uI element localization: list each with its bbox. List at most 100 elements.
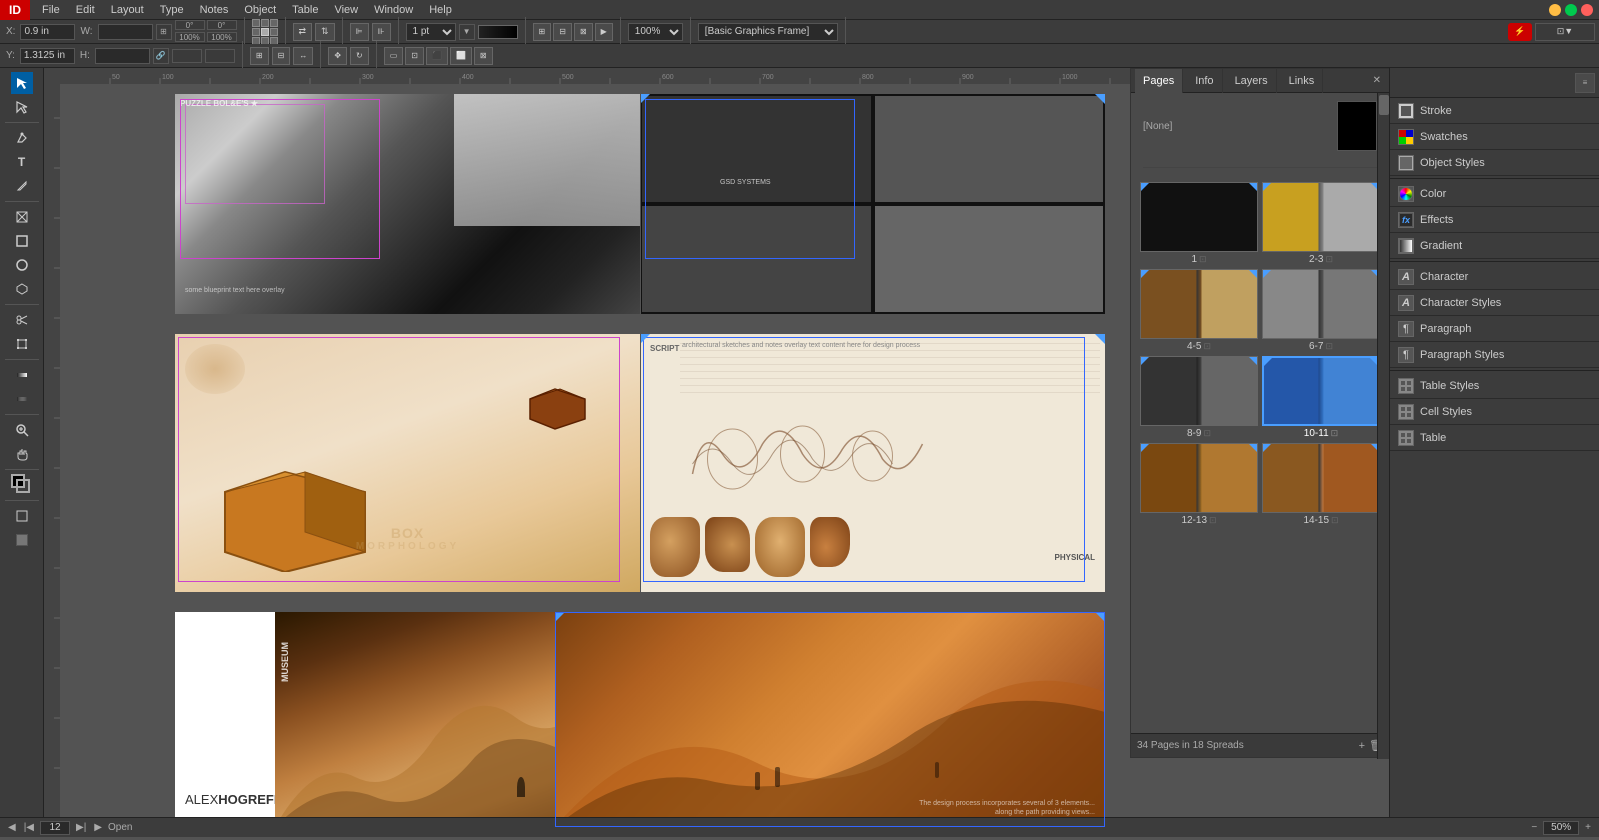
master-thumb-black[interactable] (1337, 101, 1377, 151)
spread2[interactable]: BOX MORPHOLOGY SCRIPT architectural sket… (175, 334, 1105, 592)
sidebar-table[interactable]: Table (1390, 425, 1599, 451)
presentation-btn[interactable]: ▶ (595, 23, 613, 41)
type-tool[interactable]: T (11, 151, 33, 173)
page-thumb-67[interactable] (1262, 269, 1380, 339)
zoom-input[interactable] (1543, 821, 1579, 835)
menu-window[interactable]: Window (366, 0, 421, 20)
shear-input[interactable]: 0° (207, 20, 237, 30)
align-right-btn[interactable]: ⊪ (372, 23, 391, 41)
tab-pages[interactable]: Pages (1135, 69, 1183, 93)
slug-btn[interactable]: ⊠ (574, 23, 593, 41)
direct-selection-tool[interactable] (11, 96, 33, 118)
menu-edit[interactable]: Edit (68, 0, 103, 20)
pages-scrollbar[interactable] (1377, 93, 1389, 759)
zoom-select[interactable]: 100% (628, 23, 683, 41)
flip-v-btn[interactable]: ⇅ (315, 23, 335, 41)
next-page-btn[interactable]: ▶ (92, 822, 104, 833)
menu-layout[interactable]: Layout (103, 0, 152, 20)
rotate-input[interactable]: 0° (175, 20, 205, 30)
rectangle-tool[interactable] (11, 230, 33, 252)
align-left-btn[interactable]: ⊫ (350, 23, 369, 41)
new-page-btn[interactable]: + (1359, 739, 1365, 752)
page-thumb-1415[interactable] (1262, 443, 1380, 513)
gradient-tool[interactable] (11, 364, 33, 386)
menu-file[interactable]: File (34, 0, 68, 20)
selection-tool[interactable] (11, 72, 33, 94)
link-wh-btn[interactable]: 🔗 (153, 48, 169, 64)
h-input[interactable] (95, 48, 150, 64)
hand-tool[interactable] (11, 443, 33, 465)
zoom-in-btn[interactable]: + (1583, 822, 1593, 833)
constraint-btn[interactable]: ⊞ (156, 24, 172, 40)
page-thumb-1[interactable] (1140, 182, 1258, 252)
normal-view-btn[interactable] (11, 505, 33, 527)
sidebar-character-styles[interactable]: A Character Styles (1390, 290, 1599, 316)
sidebar-stroke[interactable]: Stroke (1390, 98, 1599, 124)
tab-layers[interactable]: Layers (1227, 69, 1277, 93)
close-btn[interactable] (1581, 4, 1593, 16)
page-thumb-1213[interactable] (1140, 443, 1258, 513)
spread1[interactable]: PUZZLE BOL&E'S ★ some blueprint text her… (175, 94, 1105, 314)
wrap-bounds-btn[interactable]: ⊡ (405, 47, 424, 65)
sidebar-table-styles[interactable]: Table Styles (1390, 373, 1599, 399)
frame-fitting2-btn[interactable]: ⊟ (272, 47, 291, 65)
page-thumb-23[interactable] (1262, 182, 1380, 252)
tab-info[interactable]: Info (1187, 69, 1222, 93)
sidebar-object-styles[interactable]: Object Styles (1390, 150, 1599, 176)
menu-view[interactable]: View (326, 0, 366, 20)
sidebar-swatches[interactable]: Swatches (1390, 124, 1599, 150)
jump-wrap-btn[interactable]: ⬜ (450, 47, 472, 65)
sidebar-paragraph[interactable]: ¶ Paragraph (1390, 316, 1599, 342)
mode-btn[interactable]: ⊡▼ (1535, 23, 1595, 41)
stroke-opts-btn[interactable]: ▼ (459, 24, 475, 40)
w-input[interactable] (98, 24, 153, 40)
prev-page-btn[interactable]: ◀ (6, 822, 18, 833)
sidebar-color[interactable]: Color (1390, 181, 1599, 207)
auto-fit-btn[interactable]: ↔ (293, 47, 313, 65)
x-input[interactable] (20, 24, 75, 40)
menu-table[interactable]: Table (284, 0, 326, 20)
free-transform-tool[interactable] (11, 333, 33, 355)
gradient-feather-tool[interactable] (11, 388, 33, 410)
no-wrap-btn[interactable]: ▭ (384, 47, 404, 65)
zoom-tool[interactable] (11, 419, 33, 441)
pen-tool[interactable] (11, 127, 33, 149)
menu-help[interactable]: Help (421, 0, 460, 20)
wrap-object-btn[interactable]: ⬛ (426, 47, 448, 65)
stroke-color-swatch[interactable] (478, 25, 518, 39)
sidebar-cell-styles[interactable]: Cell Styles (1390, 399, 1599, 425)
frame-type-select[interactable]: [Basic Graphics Frame] (698, 23, 838, 41)
sync-btn[interactable]: ⚡ (1508, 23, 1532, 41)
scale-y-input[interactable]: 100% (207, 32, 237, 42)
last-page-btn[interactable]: ▶| (74, 822, 88, 833)
origin-grid[interactable] (252, 19, 278, 45)
page-thumb-1011[interactable] (1262, 356, 1380, 426)
no-wrap2-btn[interactable]: ⊠ (474, 47, 493, 65)
sidebar-paragraph-styles[interactable]: ¶ Paragraph Styles (1390, 342, 1599, 368)
flip-h-btn[interactable]: ⇄ (293, 23, 313, 41)
page-thumb-89[interactable] (1140, 356, 1258, 426)
page-number-input[interactable] (40, 821, 70, 835)
sidebar-effects[interactable]: fx Effects (1390, 207, 1599, 233)
maximize-btn[interactable] (1565, 4, 1577, 16)
first-page-btn[interactable]: |◀ (22, 822, 36, 833)
preview-view-btn[interactable] (11, 529, 33, 551)
menu-notes[interactable]: Notes (192, 0, 237, 20)
sidebar-character[interactable]: A Character (1390, 264, 1599, 290)
pencil-tool[interactable] (11, 175, 33, 197)
frame-fitting-btn[interactable]: ⊞ (250, 47, 269, 65)
polygon-tool[interactable] (11, 278, 33, 300)
tab-links[interactable]: Links (1281, 69, 1324, 93)
scissors-tool[interactable] (11, 309, 33, 331)
y-input[interactable] (20, 48, 75, 64)
menu-type[interactable]: Type (152, 0, 192, 20)
scale-x-input[interactable]: 100% (175, 32, 205, 42)
zoom-out-btn[interactable]: − (1529, 822, 1539, 833)
ellipse-tool[interactable] (11, 254, 33, 276)
content-grab-btn[interactable]: ✥ (328, 47, 347, 65)
fill-stroke-colors[interactable] (11, 474, 33, 496)
page-thumb-45[interactable] (1140, 269, 1258, 339)
spread3[interactable]: ALEXHOGREFE.COM MUSEUM (175, 612, 1105, 827)
angle-ctrl[interactable] (172, 49, 202, 63)
stroke-size-select[interactable]: 1 pt (406, 23, 456, 41)
